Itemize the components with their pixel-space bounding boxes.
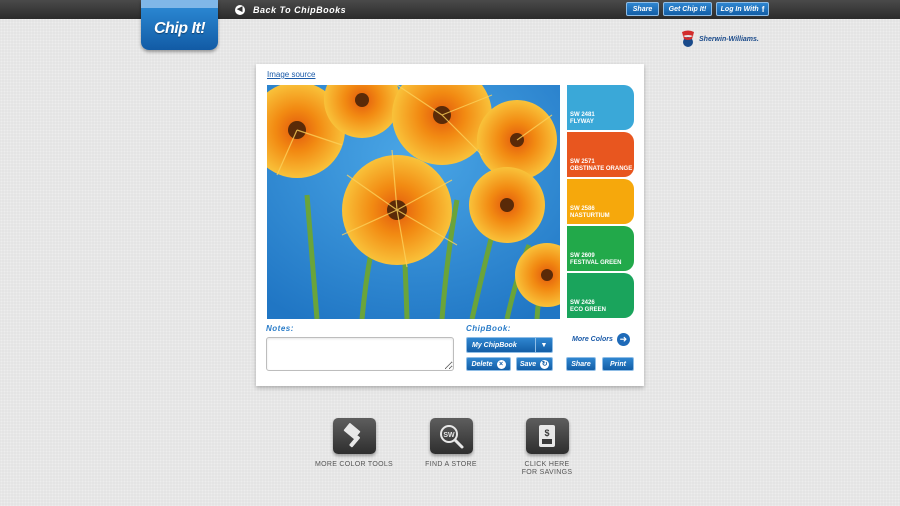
close-icon: ×: [496, 359, 506, 369]
savings-icon: $: [525, 418, 569, 454]
login-facebook-button[interactable]: Log In With f: [716, 2, 769, 16]
back-arrow-icon: ◀: [235, 4, 245, 15]
chipbook-selected: My ChipBook: [472, 341, 517, 349]
chip-code: SW 2609: [570, 253, 595, 259]
paint-scraper-icon: [332, 418, 376, 454]
logo-text: Chip It!: [153, 20, 206, 37]
color-chip[interactable]: SW 2426 ECO GREEN: [567, 273, 634, 318]
chip-code: SW 2481: [570, 112, 595, 118]
chip-name: ECO GREEN: [570, 307, 607, 313]
chip-card: Image source SW 2481 FLYWAY SW 2571 OBST…: [256, 64, 644, 386]
header-share-button[interactable]: Share: [626, 2, 659, 16]
chevron-down-icon[interactable]: ▼: [535, 338, 552, 352]
get-chipit-label: Get Chip It!: [668, 5, 707, 13]
color-chip[interactable]: SW 2571 OBSTINATE ORANGE: [567, 132, 634, 177]
chip-name: NASTURTIUM: [570, 213, 610, 219]
back-to-chipbooks-link[interactable]: ◀ Back To ChipBooks: [235, 3, 346, 16]
sherwin-williams-logo[interactable]: Sherwin-Williams.: [680, 30, 759, 48]
chip-code: SW 2586: [570, 206, 595, 212]
print-button[interactable]: Print: [602, 357, 634, 371]
chip-name: OBSTINATE ORANGE: [570, 166, 633, 172]
notes-label: Notes:: [266, 324, 294, 333]
share-button[interactable]: Share: [566, 357, 596, 371]
delete-button[interactable]: Delete ×: [466, 357, 511, 371]
svg-text:SW: SW: [443, 432, 455, 439]
refresh-icon: ↻: [540, 359, 550, 369]
login-label: Log In With: [720, 5, 759, 13]
notes-input[interactable]: [266, 337, 454, 371]
chip-code: SW 2571: [570, 159, 595, 165]
save-button[interactable]: Save ↻: [516, 357, 553, 371]
tool-label: CLICK HERE FOR SAVINGS: [521, 461, 573, 476]
more-colors-label: More Colors: [572, 336, 613, 343]
chipit-logo[interactable]: Chip It!: [141, 0, 218, 50]
image-source-link[interactable]: Image source: [267, 70, 315, 79]
tool-label: FIND A STORE: [425, 461, 477, 468]
more-colors-link[interactable]: More Colors ➜: [572, 333, 630, 346]
color-chips: SW 2481 FLYWAY SW 2571 OBSTINATE ORANGE …: [567, 85, 634, 319]
color-chip[interactable]: SW 2609 FESTIVAL GREEN: [567, 226, 634, 271]
sw-brand-text: Sherwin-Williams.: [699, 35, 759, 43]
print-label: Print: [610, 360, 626, 368]
gerbera-flowers-image: [267, 85, 560, 319]
arrow-right-icon: ➜: [616, 333, 630, 346]
share-label: Share: [571, 360, 591, 368]
delete-label: Delete: [471, 360, 493, 368]
chipbook-select[interactable]: My ChipBook ▼: [466, 337, 553, 353]
facebook-icon: f: [761, 4, 765, 14]
svg-text:$: $: [544, 428, 549, 438]
chip-name: FLYWAY: [570, 119, 594, 125]
color-chip[interactable]: SW 2481 FLYWAY: [567, 85, 634, 130]
more-color-tools-button[interactable]: MORE COLOR TOOLS: [309, 418, 399, 469]
color-chip[interactable]: SW 2586 NASTURTIUM: [567, 179, 634, 224]
tool-label: MORE COLOR TOOLS: [314, 461, 394, 468]
back-label: Back To ChipBooks: [253, 4, 347, 15]
find-a-store-button[interactable]: SW FIND A STORE: [406, 418, 496, 469]
savings-button[interactable]: $ CLICK HERE FOR SAVINGS: [502, 418, 592, 477]
get-chipit-button[interactable]: Get Chip It!: [663, 2, 712, 16]
save-label: Save: [519, 360, 537, 368]
chip-code: SW 2426: [570, 300, 595, 306]
source-photo: [267, 85, 560, 319]
sw-search-icon: SW: [429, 418, 473, 454]
header-share-label: Share: [632, 5, 653, 13]
sw-globe-icon: [682, 30, 694, 47]
chipbook-label: ChipBook:: [466, 324, 511, 333]
chip-name: FESTIVAL GREEN: [570, 260, 622, 266]
